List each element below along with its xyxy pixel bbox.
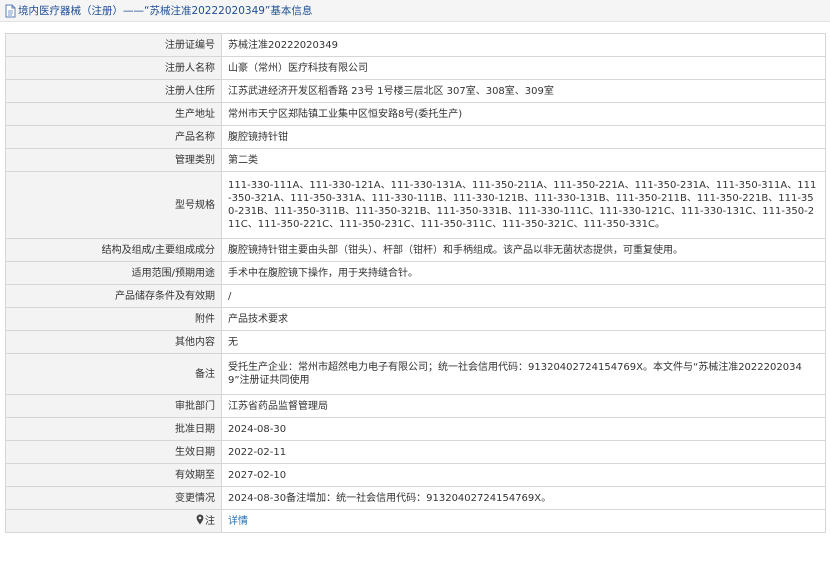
table-row: 注册证编号 苏械注准20222020349 bbox=[5, 33, 826, 57]
table-row: 注册人住所 江苏武进经济开发区稻香路 23号 1号楼三层北区 307室、308室… bbox=[5, 79, 826, 103]
field-value: 腹腔镜持针钳主要由头部（钳头）、杆部（钳杆）和手柄组成。该产品以非无菌状态提供，… bbox=[221, 238, 826, 262]
table-row: 注 详情 bbox=[5, 509, 826, 533]
table-row: 产品储存条件及有效期 / bbox=[5, 284, 826, 308]
field-label: 注册人名称 bbox=[5, 56, 222, 80]
field-value: 无 bbox=[221, 330, 826, 354]
table-row: 审批部门 江苏省药品监督管理局 bbox=[5, 394, 826, 418]
note-label-cell: 注 bbox=[5, 509, 222, 533]
field-value: 产品技术要求 bbox=[221, 307, 826, 331]
table-row: 产品名称 腹腔镜持针钳 bbox=[5, 125, 826, 149]
field-value: 山豪（常州）医疗科技有限公司 bbox=[221, 56, 826, 80]
field-value: 腹腔镜持针钳 bbox=[221, 125, 826, 149]
details-link[interactable]: 详情 bbox=[228, 516, 248, 527]
field-value-cell: 详情 bbox=[221, 509, 826, 533]
field-label: 注 bbox=[205, 516, 215, 527]
field-label: 型号规格 bbox=[5, 171, 222, 239]
field-label: 其他内容 bbox=[5, 330, 222, 354]
table-row: 其他内容 无 bbox=[5, 330, 826, 354]
field-label: 产品名称 bbox=[5, 125, 222, 149]
field-label: 注册证编号 bbox=[5, 33, 222, 57]
field-label: 适用范围/预期用途 bbox=[5, 261, 222, 285]
table-row: 生产地址 常州市天宁区郑陆镇工业集中区恒安路8号(委托生产) bbox=[5, 102, 826, 126]
field-label: 注册人住所 bbox=[5, 79, 222, 103]
field-value: 江苏省药品监督管理局 bbox=[221, 394, 826, 418]
page-header: 境内医疗器械（注册）——“苏械注准20222020349”基本信息 bbox=[0, 0, 830, 22]
field-label: 生效日期 bbox=[5, 440, 222, 464]
info-table: 注册证编号 苏械注准20222020349 注册人名称 山豪（常州）医疗科技有限… bbox=[5, 33, 826, 533]
document-icon bbox=[4, 4, 16, 18]
field-label: 产品储存条件及有效期 bbox=[5, 284, 222, 308]
table-row: 生效日期 2022-02-11 bbox=[5, 440, 826, 464]
location-pin-icon bbox=[196, 514, 204, 525]
table-row: 注册人名称 山豪（常州）医疗科技有限公司 bbox=[5, 56, 826, 80]
field-label: 变更情况 bbox=[5, 486, 222, 510]
field-value: / bbox=[221, 284, 826, 308]
field-label: 生产地址 bbox=[5, 102, 222, 126]
table-row: 备注 受托生产企业：常州市超然电力电子有限公司；统一社会信用代码：9132040… bbox=[5, 353, 826, 395]
table-row: 适用范围/预期用途 手术中在腹腔镜下操作，用于夹持缝合针。 bbox=[5, 261, 826, 285]
field-value: 2022-02-11 bbox=[221, 440, 826, 464]
field-value: 苏械注准20222020349 bbox=[221, 33, 826, 57]
page-title: 境内医疗器械（注册）——“苏械注准20222020349”基本信息 bbox=[18, 5, 313, 17]
field-value: 手术中在腹腔镜下操作，用于夹持缝合针。 bbox=[221, 261, 826, 285]
field-label: 有效期至 bbox=[5, 463, 222, 487]
field-value: 第二类 bbox=[221, 148, 826, 172]
table-row: 型号规格 111-330-111A、111-330-121A、111-330-1… bbox=[5, 171, 826, 239]
field-value: 2027-02-10 bbox=[221, 463, 826, 487]
field-label: 附件 bbox=[5, 307, 222, 331]
table-row: 变更情况 2024-08-30备注增加：统一社会信用代码：91320402724… bbox=[5, 486, 826, 510]
field-value: 常州市天宁区郑陆镇工业集中区恒安路8号(委托生产) bbox=[221, 102, 826, 126]
field-label: 批准日期 bbox=[5, 417, 222, 441]
table-row: 批准日期 2024-08-30 bbox=[5, 417, 826, 441]
field-label: 备注 bbox=[5, 353, 222, 395]
field-value: 江苏武进经济开发区稻香路 23号 1号楼三层北区 307室、308室、309室 bbox=[221, 79, 826, 103]
field-value: 2024-08-30 bbox=[221, 417, 826, 441]
table-row: 结构及组成/主要组成成分 腹腔镜持针钳主要由头部（钳头）、杆部（钳杆）和手柄组成… bbox=[5, 238, 826, 262]
table-row: 附件 产品技术要求 bbox=[5, 307, 826, 331]
field-label: 管理类别 bbox=[5, 148, 222, 172]
field-label: 审批部门 bbox=[5, 394, 222, 418]
field-value: 受托生产企业：常州市超然电力电子有限公司；统一社会信用代码：9132040272… bbox=[221, 353, 826, 395]
field-label: 结构及组成/主要组成成分 bbox=[5, 238, 222, 262]
field-value: 2024-08-30备注增加：统一社会信用代码：9132040272415476… bbox=[221, 486, 826, 510]
table-row: 有效期至 2027-02-10 bbox=[5, 463, 826, 487]
field-value: 111-330-111A、111-330-121A、111-330-131A、1… bbox=[221, 171, 826, 239]
table-row: 管理类别 第二类 bbox=[5, 148, 826, 172]
